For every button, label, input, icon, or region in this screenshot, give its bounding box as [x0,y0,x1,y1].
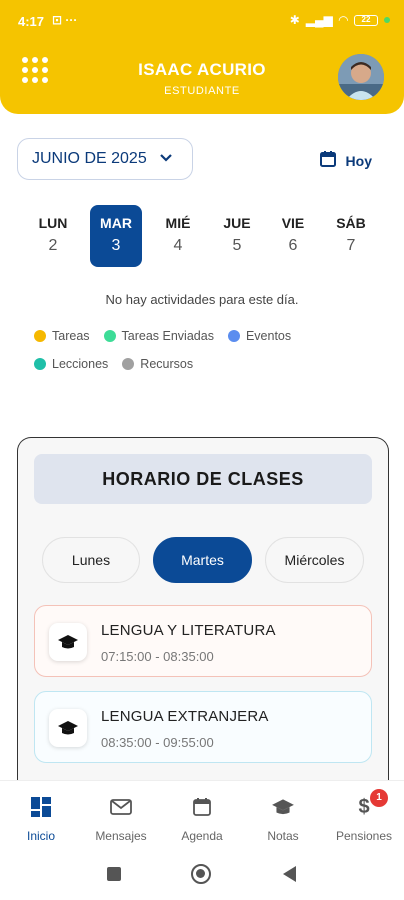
notification-badge: 1 [370,789,388,807]
avatar[interactable] [338,54,384,100]
nav-label: Mensajes [95,829,147,843]
legend-label: Recursos [140,357,194,371]
legend-item: Recursos [122,357,193,371]
day-number: 2 [48,237,58,254]
wifi-icon: ◠ [338,13,348,27]
day-name: JUE [223,215,251,231]
nav-label: Agenda [181,829,223,843]
legend-label: Tareas Enviadas [121,329,214,343]
notification-icons: ⊡ ··· [52,13,78,27]
legend-item: Tareas Enviadas [103,329,214,343]
tab-lunes[interactable]: Lunes [42,537,140,583]
day-name: VIE [281,215,305,231]
home-grid-icon [1,793,81,821]
calendar-icon [162,793,242,821]
today-label: Hoy [345,152,372,169]
day-number: 5 [232,237,242,254]
nav-label: Inicio [26,829,55,843]
status-time: 4:17 [18,14,45,29]
battery-icon: 22 [354,14,378,26]
day-name: MIÉ [165,215,191,231]
status-bar: 4:17 ⊡ ··· ✱ ▂▄▆ ◠ 22 [0,0,404,36]
no-activity-message: No hay actividades para este día. [105,292,299,307]
today-button[interactable]: Hoy [319,150,372,171]
privacy-dot [384,17,390,23]
system-nav-bar [0,848,404,900]
back-button[interactable] [283,866,296,882]
class-name: LENGUA EXTRANJERA [101,708,269,725]
day-fri[interactable]: VIE 6 [267,205,319,267]
day-name: MAR [100,215,132,231]
class-card[interactable]: LENGUA EXTRANJERA 08:35:00 - 09:55:00 [34,691,372,763]
legend-dot [227,330,240,342]
legend-label: Tareas [52,329,90,343]
legend-item: Tareas [34,329,90,343]
graduation-cap-icon [49,623,87,661]
day-number: 6 [288,237,298,254]
graduation-cap-icon [49,709,87,747]
status-right: ✱ ▂▄▆ ◠ 22 [290,13,390,27]
legend-dot [34,358,46,370]
day-name: SÁB [336,215,366,231]
day-sat[interactable]: SÁB 7 [325,205,377,267]
app-header: ISAAC ACURIO ESTUDIANTE [0,36,404,114]
class-name: LENGUA Y LITERATURA [101,622,276,639]
day-wed[interactable]: MIÉ 4 [152,205,204,267]
schedule-card: HORARIO DE CLASES Lunes Martes Miércoles… [17,437,389,797]
nav-inicio[interactable]: Inicio [1,793,81,843]
legend: Tareas Tareas Enviadas Eventos Lecciones… [34,329,394,385]
bottom-nav: Inicio Mensajes Agenda Notas $ 1 Pension… [0,780,404,848]
nav-label: Notas [267,829,299,843]
dollar-icon: $ [358,795,370,818]
mail-icon [81,793,161,821]
schedule-title: HORARIO DE CLASES [34,454,372,504]
class-time: 07:15:00 - 08:35:00 [101,649,214,664]
calendar-icon [319,150,337,171]
legend-dot [122,358,135,370]
day-number: 7 [346,237,356,254]
nav-notas[interactable]: Notas [243,793,323,843]
class-time: 08:35:00 - 09:55:00 [101,735,214,750]
chevron-down-icon [159,150,173,168]
legend-item: Eventos [227,329,292,343]
day-number: 4 [173,237,183,254]
tab-martes[interactable]: Martes [153,537,252,583]
recents-button[interactable] [107,867,121,881]
month-label: JUNIO DE 2025 [32,150,147,167]
day-thu[interactable]: JUE 5 [211,205,263,267]
legend-item: Lecciones [34,357,108,371]
nav-mensajes[interactable]: Mensajes [81,793,161,843]
home-button[interactable] [191,864,211,884]
nav-agenda[interactable]: Agenda [162,793,242,843]
graduation-cap-icon [243,793,323,821]
bluetooth-icon: ✱ [289,13,300,27]
month-dropdown[interactable]: JUNIO DE 2025 [17,138,193,180]
class-card[interactable]: LENGUA Y LITERATURA 07:15:00 - 08:35:00 [34,605,372,677]
signal-icon: ▂▄▆ [305,13,333,27]
legend-label: Eventos [245,329,292,343]
day-name: LUN [38,215,68,231]
legend-dot [34,330,46,342]
day-mon[interactable]: LUN 2 [27,205,79,267]
tab-miercoles[interactable]: Miércoles [265,537,364,583]
legend-dot [103,330,116,342]
nav-pensiones[interactable]: $ 1 Pensiones [324,789,404,843]
day-tue[interactable]: MAR 3 [90,205,142,267]
week-strip: LUN 2 MAR 3 MIÉ 4 JUE 5 VIE 6 SÁB 7 [24,205,380,267]
legend-label: Lecciones [52,357,109,371]
nav-label: Pensiones [335,829,393,843]
day-number: 3 [111,237,121,254]
